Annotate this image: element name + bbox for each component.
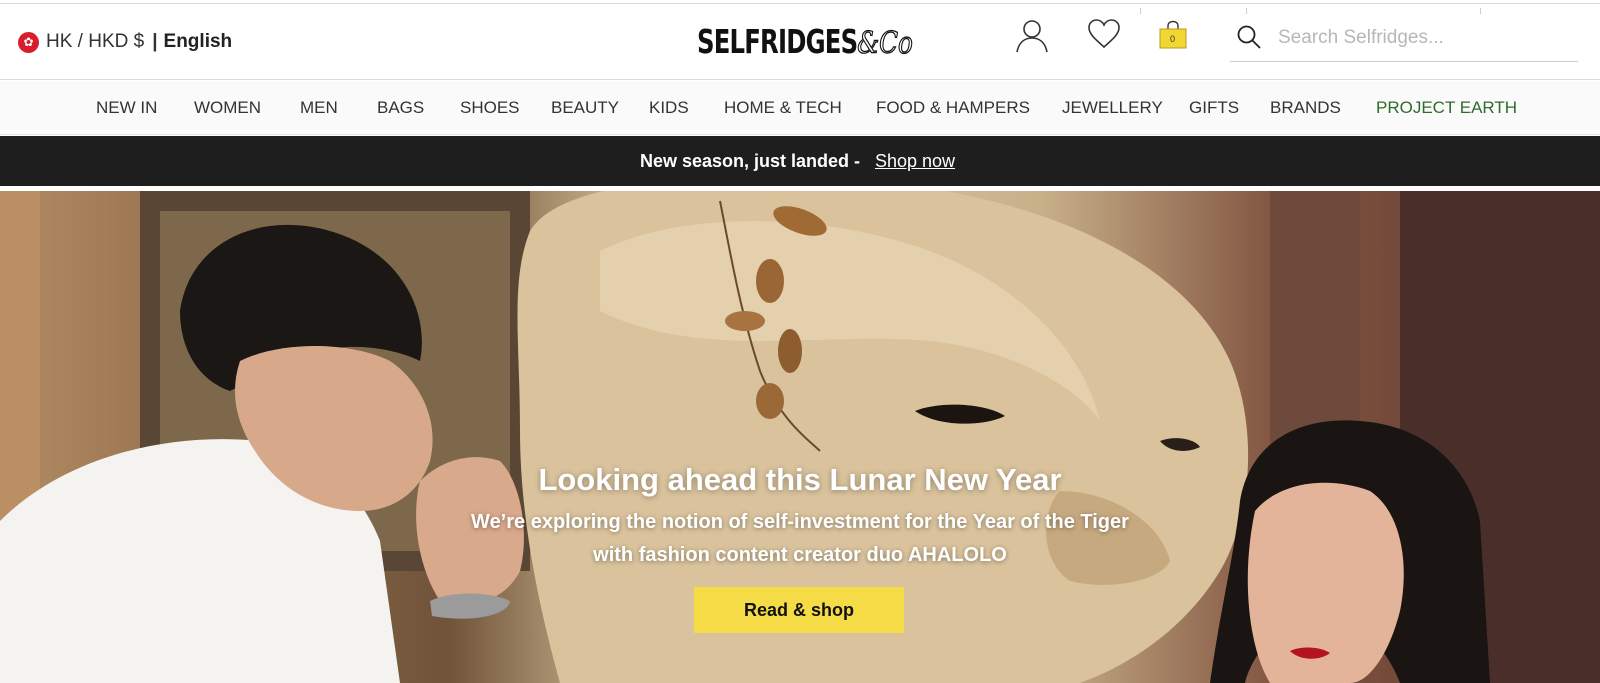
nav-item-beauty[interactable]: BEAUTY — [551, 98, 619, 118]
logo-wordmark: SELFRIDGES — [697, 22, 858, 61]
locale-separator: | — [152, 31, 158, 52]
selfridges-logo[interactable]: SELFRIDGES&Co — [697, 22, 914, 62]
logo-suffix: &Co — [857, 25, 914, 61]
nav-item-new-in[interactable]: NEW IN — [96, 98, 157, 118]
site-header: ✿ HK / HKD $ | English SELFRIDGES&Co 0 — [0, 4, 1600, 80]
locale-selector[interactable]: ✿ HK / HKD $ | English — [18, 31, 232, 53]
search-input[interactable] — [1278, 24, 1568, 52]
nav-item-kids[interactable]: KIDS — [649, 98, 689, 118]
language-label: English — [163, 31, 233, 52]
search-bar[interactable] — [1230, 18, 1578, 62]
nav-item-home-tech[interactable]: HOME & TECH — [724, 98, 842, 118]
account-icon[interactable] — [1015, 18, 1049, 59]
nav-item-brands[interactable]: BRANDS — [1270, 98, 1341, 118]
hong-kong-flag-icon: ✿ — [18, 31, 39, 53]
promo-banner: New season, just landed - Shop now — [0, 136, 1600, 186]
shopping-bag-icon[interactable]: 0 — [1159, 20, 1187, 55]
search-icon[interactable] — [1236, 24, 1262, 50]
page: ✿ HK / HKD $ | English SELFRIDGES&Co 0 N… — [0, 0, 1600, 683]
nav-item-men[interactable]: MEN — [300, 98, 338, 118]
nav-item-gifts[interactable]: GIFTS — [1189, 98, 1239, 118]
promo-text: New season, just landed - — [640, 151, 861, 171]
region-currency: HK / HKD $ — [46, 31, 145, 52]
header-divider — [1140, 8, 1141, 14]
bag-count: 0 — [1169, 34, 1175, 44]
nav-item-food-hampers[interactable]: FOOD & HAMPERS — [876, 98, 1030, 118]
shop-now-link[interactable]: Shop now — [875, 151, 955, 172]
hero-banner: Looking ahead this Lunar New Year We’re … — [0, 191, 1600, 683]
nav-item-jewellery[interactable]: JEWELLERY — [1062, 98, 1163, 118]
wishlist-heart-icon[interactable] — [1087, 18, 1121, 55]
hero-title: Looking ahead this Lunar New Year — [538, 462, 1062, 497]
nav-item-bags[interactable]: BAGS — [377, 98, 424, 118]
read-and-shop-button[interactable]: Read & shop — [694, 587, 904, 633]
header-divider — [1246, 8, 1247, 14]
header-divider — [1480, 8, 1481, 14]
nav-item-women[interactable]: WOMEN — [194, 98, 261, 118]
nav-item-project-earth[interactable]: PROJECT EARTH — [1376, 98, 1517, 118]
hero-subtitle-line-2: with fashion content creator duo AHALOLO — [593, 544, 1007, 566]
hero-subtitle-line-1: We’re exploring the notion of self-inves… — [471, 511, 1129, 533]
nav-item-shoes[interactable]: SHOES — [460, 98, 520, 118]
main-navigation: NEW IN WOMEN MEN BAGS SHOES BEAUTY KIDS … — [0, 81, 1600, 135]
